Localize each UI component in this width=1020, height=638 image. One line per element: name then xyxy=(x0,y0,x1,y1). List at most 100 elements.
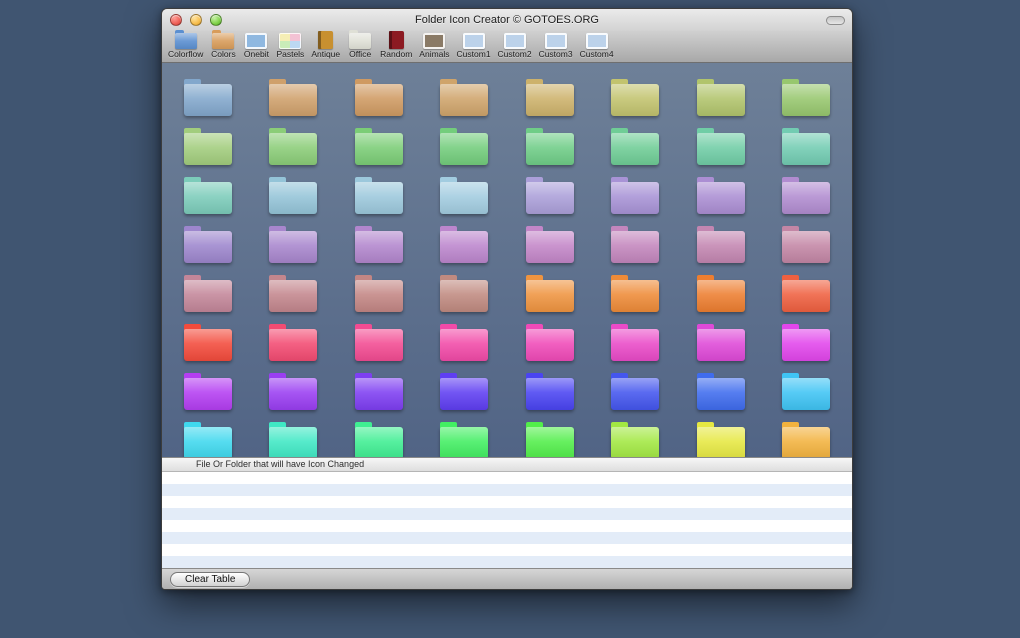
toolbar-item-label: Custom2 xyxy=(498,49,532,59)
folder-swatch-r5-c1[interactable] xyxy=(184,280,232,312)
desktop-background: Folder Icon Creator © GOTOES.ORG Colorfl… xyxy=(0,0,1020,638)
folder-swatch-r2-c2[interactable] xyxy=(269,133,317,165)
folder-swatch-r4-c4[interactable] xyxy=(440,231,488,263)
toolbar-item-label: Custom4 xyxy=(580,49,614,59)
folder-swatch-r7-c2[interactable] xyxy=(269,378,317,410)
close-button-icon[interactable] xyxy=(170,14,182,26)
folder-swatch-r7-c1[interactable] xyxy=(184,378,232,410)
folder-swatch-r8-c2[interactable] xyxy=(269,427,317,457)
folder-swatch-r3-c4[interactable] xyxy=(440,182,488,214)
zoom-button-icon[interactable] xyxy=(210,14,222,26)
toolbar-item-label: Animals xyxy=(419,49,449,59)
toolbar-item-label: Antique xyxy=(311,49,340,59)
folder-swatch-r4-c1[interactable] xyxy=(184,231,232,263)
folder-swatch-r6-c4[interactable] xyxy=(440,329,488,361)
folder-swatch-r5-c5[interactable] xyxy=(526,280,574,312)
folder-swatch-r8-c1[interactable] xyxy=(184,427,232,457)
toolbar-item-label: Custom1 xyxy=(457,49,491,59)
toolbar-item-pastels[interactable]: Pastels xyxy=(276,32,304,59)
folder-swatch-r2-c8[interactable] xyxy=(782,133,830,165)
folder-swatch-r6-c6[interactable] xyxy=(611,329,659,361)
toolbar-item-custom3[interactable]: Custom3 xyxy=(539,32,573,59)
toolbar-item-colors[interactable]: Colors xyxy=(210,32,236,59)
toolbar-item-label: Office xyxy=(349,49,371,59)
toolbar-item-custom2[interactable]: Custom2 xyxy=(498,32,532,59)
toolbar-item-label: Pastels xyxy=(276,49,304,59)
folder-swatch-r7-c7[interactable] xyxy=(697,378,745,410)
folder-swatch-r4-c5[interactable] xyxy=(526,231,574,263)
folder-swatch-r4-c6[interactable] xyxy=(611,231,659,263)
colorflow-folder-icon xyxy=(175,33,197,49)
folder-swatch-r6-c3[interactable] xyxy=(355,329,403,361)
folder-swatch-r8-c4[interactable] xyxy=(440,427,488,457)
folder-swatch-r6-c8[interactable] xyxy=(782,329,830,361)
folder-swatch-r8-c6[interactable] xyxy=(611,427,659,457)
folder-swatch-r1-c8[interactable] xyxy=(782,84,830,116)
folder-swatch-r2-c4[interactable] xyxy=(440,133,488,165)
folder-swatch-r3-c1[interactable] xyxy=(184,182,232,214)
folder-swatch-r1-c2[interactable] xyxy=(269,84,317,116)
folder-swatch-r4-c7[interactable] xyxy=(697,231,745,263)
folder-swatch-r5-c3[interactable] xyxy=(355,280,403,312)
folder-swatch-r1-c3[interactable] xyxy=(355,84,403,116)
toolbar-item-animals[interactable]: Animals xyxy=(419,32,449,59)
pastels-palette-icon xyxy=(279,33,301,49)
folder-swatch-r6-c2[interactable] xyxy=(269,329,317,361)
folder-swatch-r5-c4[interactable] xyxy=(440,280,488,312)
folder-swatch-r5-c7[interactable] xyxy=(697,280,745,312)
table-row xyxy=(162,472,852,484)
colors-pencil-folder-icon xyxy=(212,33,234,49)
folder-swatch-r4-c3[interactable] xyxy=(355,231,403,263)
folder-swatch-r1-c6[interactable] xyxy=(611,84,659,116)
folder-swatch-r7-c3[interactable] xyxy=(355,378,403,410)
folder-swatch-r7-c5[interactable] xyxy=(526,378,574,410)
folder-swatch-r5-c6[interactable] xyxy=(611,280,659,312)
folder-swatch-r1-c4[interactable] xyxy=(440,84,488,116)
toolbar-item-custom4[interactable]: Custom4 xyxy=(580,32,614,59)
folder-swatch-r8-c5[interactable] xyxy=(526,427,574,457)
folder-swatch-r1-c7[interactable] xyxy=(697,84,745,116)
folder-swatch-r2-c6[interactable] xyxy=(611,133,659,165)
folder-swatch-r5-c8[interactable] xyxy=(782,280,830,312)
folder-swatch-r3-c5[interactable] xyxy=(526,182,574,214)
folder-swatch-r2-c7[interactable] xyxy=(697,133,745,165)
folder-swatch-r8-c3[interactable] xyxy=(355,427,403,457)
toolbar-item-antique[interactable]: Antique xyxy=(311,32,340,59)
table-body[interactable] xyxy=(162,472,852,568)
toolbar-item-custom1[interactable]: Custom1 xyxy=(457,32,491,59)
folder-swatch-r6-c7[interactable] xyxy=(697,329,745,361)
folder-swatch-r3-c6[interactable] xyxy=(611,182,659,214)
window-titlebar[interactable]: Folder Icon Creator © GOTOES.ORG xyxy=(162,9,852,31)
folder-swatch-r8-c7[interactable] xyxy=(697,427,745,457)
folder-swatch-r7-c6[interactable] xyxy=(611,378,659,410)
toolbar-item-colorflow[interactable]: Colorflow xyxy=(168,32,203,59)
folder-swatch-r8-c8[interactable] xyxy=(782,427,830,457)
folder-swatch-r7-c4[interactable] xyxy=(440,378,488,410)
toolbar-item-office[interactable]: Office xyxy=(347,32,373,59)
folder-swatch-r2-c1[interactable] xyxy=(184,133,232,165)
clear-table-button[interactable]: Clear Table xyxy=(170,572,250,587)
folder-swatch-r3-c2[interactable] xyxy=(269,182,317,214)
folder-swatch-r4-c8[interactable] xyxy=(782,231,830,263)
folder-swatch-r3-c3[interactable] xyxy=(355,182,403,214)
minimize-button-icon[interactable] xyxy=(190,14,202,26)
folder-swatch-r2-c3[interactable] xyxy=(355,133,403,165)
folder-swatch-r7-c8[interactable] xyxy=(782,378,830,410)
folder-swatch-r6-c1[interactable] xyxy=(184,329,232,361)
folder-swatch-r3-c7[interactable] xyxy=(697,182,745,214)
folder-swatch-r6-c5[interactable] xyxy=(526,329,574,361)
toolbar-item-onebit[interactable]: Onebit xyxy=(243,32,269,59)
table-row xyxy=(162,520,852,532)
folder-swatch-r4-c2[interactable] xyxy=(269,231,317,263)
table-header: File Or Folder that will have Icon Chang… xyxy=(162,457,852,472)
folder-swatch-r1-c1[interactable] xyxy=(184,84,232,116)
folder-swatch-r3-c8[interactable] xyxy=(782,182,830,214)
folder-swatch-r1-c5[interactable] xyxy=(526,84,574,116)
folder-swatch-r5-c2[interactable] xyxy=(269,280,317,312)
folder-swatch-r2-c5[interactable] xyxy=(526,133,574,165)
window-title: Folder Icon Creator © GOTOES.ORG xyxy=(415,14,599,26)
toolbar-item-random[interactable]: Random xyxy=(380,32,412,59)
office-folder-icon xyxy=(349,33,371,49)
toolbar-toggle-button[interactable] xyxy=(826,16,845,25)
toolbar-item-label: Custom3 xyxy=(539,49,573,59)
